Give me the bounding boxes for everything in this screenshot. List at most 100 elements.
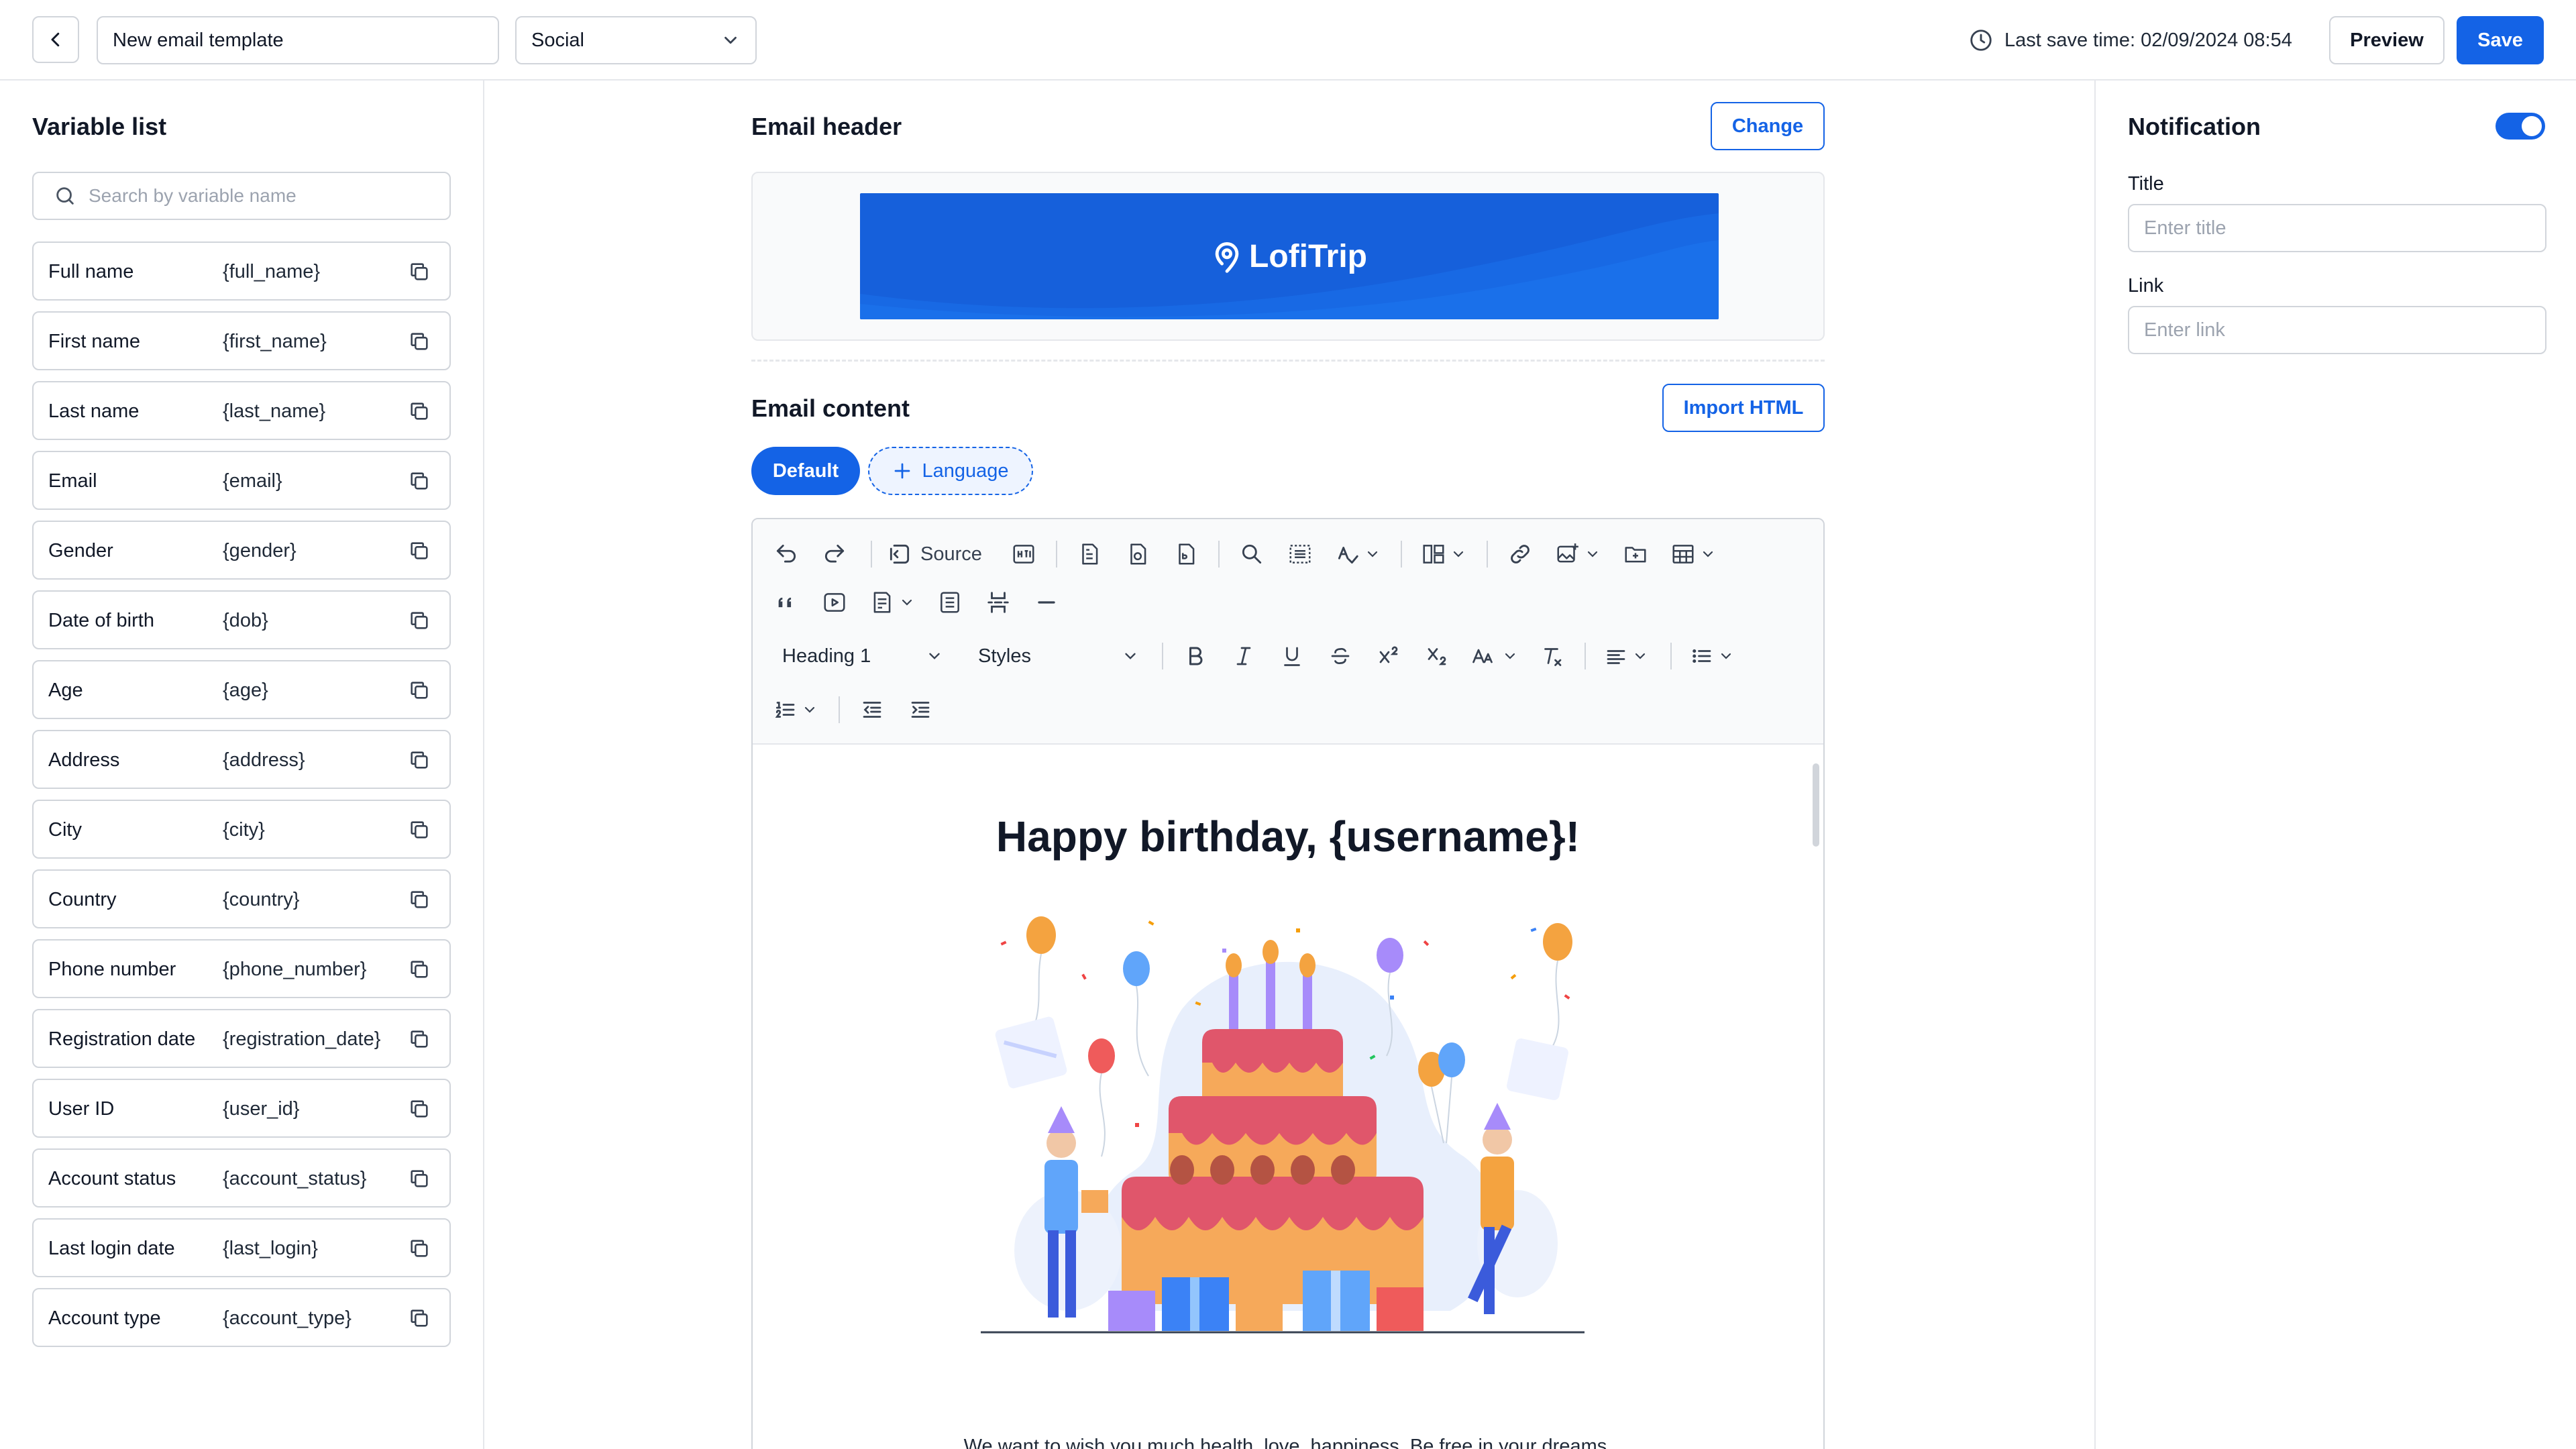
save-button[interactable]: Save (2457, 16, 2544, 64)
notification-title-input[interactable] (2128, 204, 2546, 252)
variable-item[interactable]: Address {address} (32, 730, 451, 789)
copy-variable-button[interactable] (408, 260, 431, 283)
variable-block-icon (941, 592, 959, 613)
bullet-list-button[interactable] (1685, 639, 1739, 674)
copy-variable-button[interactable] (408, 400, 431, 423)
spellcheck-button[interactable] (1331, 537, 1385, 572)
italic-button[interactable] (1226, 639, 1261, 674)
copy-icon (411, 263, 428, 280)
font-size-button[interactable] (1468, 639, 1521, 674)
insert-image-button[interactable] (1551, 537, 1605, 572)
strikethrough-icon (1331, 647, 1350, 665)
copy-variable-button[interactable] (408, 539, 431, 562)
variable-item[interactable]: First name {first_name} (32, 311, 451, 370)
bold-button[interactable] (1178, 639, 1213, 674)
styles-select-value: Styles (978, 645, 1031, 667)
export-pdf-button[interactable] (1169, 537, 1203, 572)
notification-link-input[interactable] (2128, 306, 2546, 354)
export-doc-button[interactable] (1072, 537, 1107, 572)
editor-content-area[interactable]: Happy birthday, {username}! We want to w… (753, 745, 1823, 1449)
variable-item[interactable]: Last name {last_name} (32, 381, 451, 440)
source-button[interactable]: Source (887, 537, 994, 572)
variable-search-input[interactable] (89, 185, 437, 207)
copy-variable-button[interactable] (408, 1028, 431, 1051)
variable-item[interactable]: Country {country} (32, 869, 451, 928)
insert-table-button[interactable] (1666, 537, 1720, 572)
template-button[interactable] (865, 585, 919, 620)
numbered-list-button[interactable] (769, 692, 822, 727)
copy-variable-button[interactable] (408, 1307, 431, 1330)
clear-format-button[interactable] (1535, 639, 1570, 674)
variable-item[interactable]: Account type {account_type} (32, 1288, 451, 1347)
redo-button[interactable] (817, 537, 852, 572)
insert-link-button[interactable] (1503, 537, 1538, 572)
variable-item[interactable]: Full name {full_name} (32, 241, 451, 301)
heading-select[interactable]: Heading 1 (782, 637, 943, 675)
email-body-text[interactable]: We want to wish you much health, love, h… (753, 1436, 1823, 1449)
search-icon (1242, 544, 1262, 564)
category-select[interactable]: Social (515, 16, 757, 64)
variable-item[interactable]: Gender {gender} (32, 521, 451, 580)
variable-item[interactable]: Account status {account_status} (32, 1148, 451, 1208)
notification-title: Notification (2128, 113, 2261, 140)
import-html-button[interactable]: Import HTML (1662, 384, 1825, 432)
underline-button[interactable] (1275, 639, 1309, 674)
variable-item[interactable]: Registration date {registration_date} (32, 1009, 451, 1068)
tab-default[interactable]: Default (751, 447, 860, 495)
copy-variable-button[interactable] (408, 679, 431, 702)
copy-variable-button[interactable] (408, 749, 431, 771)
outdent-button[interactable] (855, 692, 890, 727)
header-banner[interactable]: LofiTrip (860, 193, 1719, 319)
align-button[interactable] (1599, 639, 1653, 674)
notification-panel: Notification Title Link (2094, 80, 2576, 1449)
subscript-button[interactable] (1419, 639, 1454, 674)
copy-variable-button[interactable] (408, 958, 431, 981)
preview-button[interactable]: Preview (2329, 16, 2445, 64)
variable-item[interactable]: Email {email} (32, 451, 451, 510)
variable-key: {account_status} (223, 1168, 367, 1189)
indent-button[interactable] (903, 692, 938, 727)
blockquote-button[interactable] (769, 585, 804, 620)
undo-button[interactable] (769, 537, 804, 572)
template-name-input[interactable] (97, 16, 499, 64)
variable-item[interactable]: Phone number {phone_number} (32, 939, 451, 998)
copy-icon (411, 751, 428, 769)
variable-item[interactable]: Last login date {last_login} (32, 1218, 451, 1277)
copy-variable-button[interactable] (408, 1167, 431, 1190)
select-all-button[interactable] (1283, 537, 1318, 572)
variable-item[interactable]: User ID {user_id} (32, 1079, 451, 1138)
find-replace-button[interactable] (1234, 537, 1269, 572)
variable-name: Account type (48, 1307, 161, 1329)
copy-variable-button[interactable] (408, 888, 431, 911)
back-button[interactable] (32, 16, 79, 63)
email-heading[interactable]: Happy birthday, {username}! (753, 812, 1823, 861)
copy-variable-button[interactable] (408, 609, 431, 632)
strikethrough-button[interactable] (1323, 639, 1358, 674)
change-header-button[interactable]: Change (1711, 102, 1825, 150)
insert-file-button[interactable] (1618, 537, 1653, 572)
copy-variable-button[interactable] (408, 470, 431, 492)
horizontal-rule-button[interactable] (1029, 585, 1064, 620)
variable-item[interactable]: Date of birth {dob} (32, 590, 451, 649)
quote-icon (778, 597, 792, 608)
variable-item[interactable]: Age {age} (32, 660, 451, 719)
copy-variable-button[interactable] (408, 1237, 431, 1260)
variable-name: Phone number (48, 959, 176, 980)
page-break-button[interactable] (981, 585, 1016, 620)
variable-item[interactable]: City {city} (32, 800, 451, 859)
variable-search[interactable] (32, 172, 451, 220)
notification-toggle[interactable] (2496, 113, 2545, 140)
insert-variable-button[interactable] (932, 585, 967, 620)
layout-button[interactable] (1417, 537, 1470, 572)
copy-variable-button[interactable] (408, 1097, 431, 1120)
copy-variable-button[interactable] (408, 330, 431, 353)
copy-icon (411, 1170, 428, 1187)
copy-variable-button[interactable] (408, 818, 431, 841)
insert-media-button[interactable] (817, 585, 852, 620)
export-word-button[interactable] (1120, 537, 1155, 572)
document-word-icon (1130, 543, 1146, 565)
add-language-button[interactable]: Language (868, 447, 1033, 495)
html-block-button[interactable] (1006, 537, 1041, 572)
styles-select[interactable]: Styles (978, 637, 1139, 675)
superscript-button[interactable] (1371, 639, 1406, 674)
